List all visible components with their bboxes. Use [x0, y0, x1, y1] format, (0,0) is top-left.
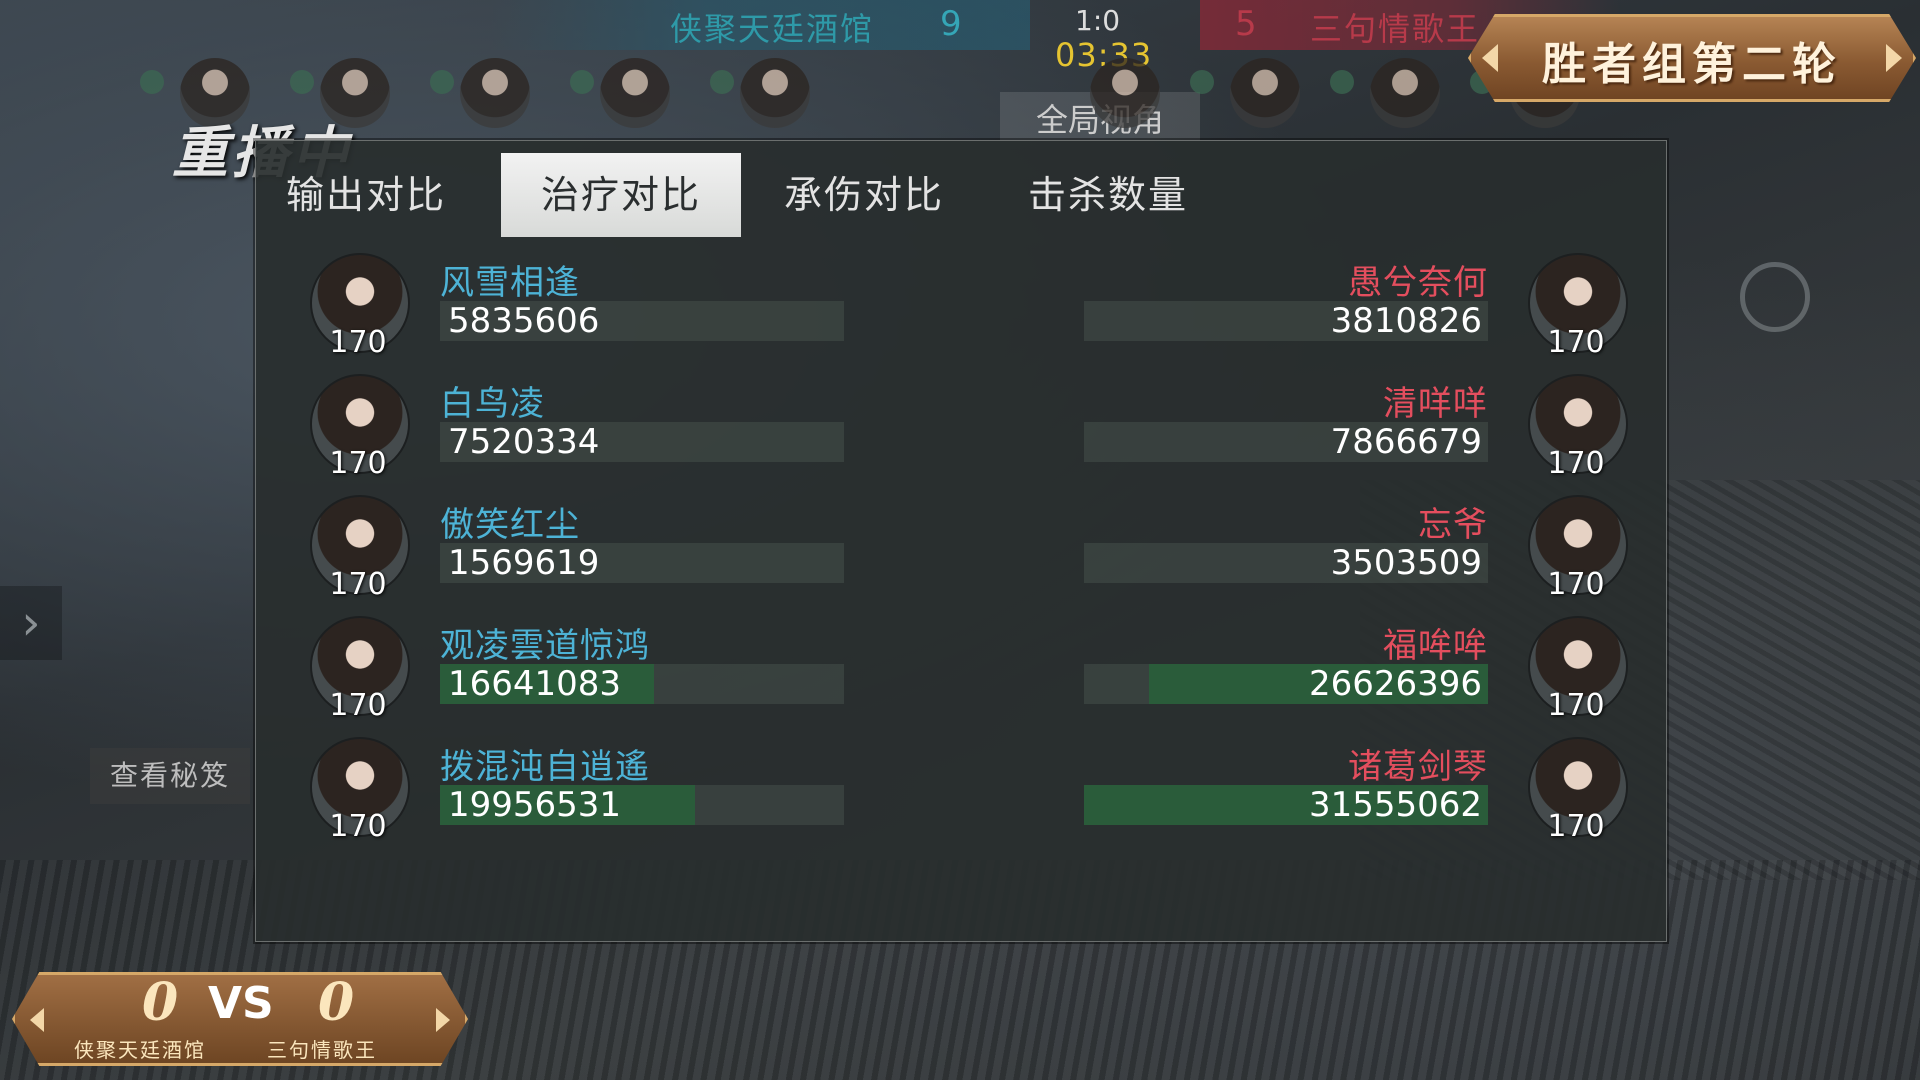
expand-arrow-icon[interactable]: ›: [0, 586, 62, 660]
left-player-name: 风雪相逢: [440, 263, 580, 303]
left-healing-bar: 7520334: [440, 422, 844, 462]
left-player-level: 170: [329, 567, 387, 602]
scoreboard-left-arrow-icon: [30, 1008, 44, 1032]
scoreboard-right-arrow-icon: [436, 1008, 450, 1032]
right-healing-value: 31555062: [1308, 785, 1482, 825]
right-player-level: 170: [1547, 809, 1605, 844]
right-healing-value: 7866679: [1330, 422, 1482, 462]
view-secrets-button[interactable]: 查看秘笈: [90, 748, 250, 804]
scoreboard-vs: VS: [208, 978, 274, 1029]
skill-dot-icon: [140, 70, 164, 94]
left-healing-value: 5835606: [448, 301, 600, 341]
right-healing-bar: 3503509: [1084, 543, 1488, 583]
skill-dot-icon: [430, 70, 454, 94]
player-row: 170 傲笑红尘 1569619 170 忘爷 3503509: [256, 495, 1666, 615]
right-player-name: 福哞哞: [1383, 626, 1488, 666]
mini-portrait: [1090, 58, 1160, 128]
left-player-name: 观凌雲道惊鸿: [440, 626, 650, 666]
mini-portrait: [600, 58, 670, 128]
right-healing-bar: 31555062: [1084, 785, 1488, 825]
left-team-score: 9: [940, 4, 964, 44]
player-row: 170 观凌雲道惊鸿 16641083 170 福哞哞 26626396: [256, 616, 1666, 736]
right-player-level: 170: [1547, 325, 1605, 360]
player-row: 170 白鸟凌 7520334 170 清咩咩 7866679: [256, 374, 1666, 494]
skill-dot-icon: [570, 70, 594, 94]
exit-icon[interactable]: [1740, 262, 1810, 332]
right-player-level: 170: [1547, 688, 1605, 723]
left-player-name: 傲笑红尘: [440, 505, 580, 545]
left-healing-value: 19956531: [448, 785, 622, 825]
left-player-name: 拨混沌自逍遙: [440, 747, 650, 787]
right-healing-bar: 3810826: [1084, 301, 1488, 341]
left-healing-value: 7520334: [448, 422, 600, 462]
right-player-level: 170: [1547, 567, 1605, 602]
mini-portrait: [460, 58, 530, 128]
mini-portrait: [1230, 58, 1300, 128]
series-scoreboard: 0 VS 0 侠聚天廷酒馆 三句情歌王: [12, 972, 468, 1066]
right-player-name: 忘爷: [1418, 505, 1488, 545]
tab-damage-taken[interactable]: 承伤对比: [744, 153, 984, 237]
left-player-level: 170: [329, 325, 387, 360]
left-healing-value: 16641083: [448, 664, 622, 704]
right-player-name: 诸葛剑琴: [1348, 747, 1488, 787]
right-player-name: 清咩咩: [1383, 384, 1488, 424]
round-score: 1:0: [1075, 4, 1121, 37]
left-player-level: 170: [329, 809, 387, 844]
left-healing-bar: 1569619: [440, 543, 844, 583]
mini-portrait: [1370, 58, 1440, 128]
right-healing-value: 26626396: [1308, 664, 1482, 704]
left-player-name: 白鸟凌: [440, 384, 545, 424]
right-healing-value: 3503509: [1330, 543, 1482, 583]
skill-dot-icon: [290, 70, 314, 94]
right-healing-bar: 7866679: [1084, 422, 1488, 462]
left-healing-bar: 5835606: [440, 301, 844, 341]
round-banner-text: 胜者组第二轮: [1542, 39, 1842, 90]
player-row: 170 拨混沌自逍遙 19956531 170 诸葛剑琴 31555062: [256, 737, 1666, 857]
banner-right-arrow-icon: [1886, 44, 1902, 72]
skill-dot-icon: [1190, 70, 1214, 94]
scoreboard-right-team: 三句情歌王: [267, 1038, 377, 1062]
left-healing-value: 1569619: [448, 543, 600, 583]
player-row: 170 风雪相逢 5835606 170 愚兮奈何 3810826: [256, 253, 1666, 373]
skill-dot-icon: [1330, 70, 1354, 94]
mini-portrait: [740, 58, 810, 128]
left-healing-bar: 19956531: [440, 785, 844, 825]
right-player-level: 170: [1547, 446, 1605, 481]
stats-tabs: 输出对比 治疗对比 承伤对比 击杀数量: [256, 153, 1256, 237]
scoreboard-left-team: 侠聚天廷酒馆: [74, 1038, 206, 1062]
right-player-name: 愚兮奈何: [1348, 263, 1488, 303]
skill-dot-icon: [710, 70, 734, 94]
right-team-name: 三句情歌王: [1310, 10, 1481, 48]
stats-panel: 输出对比 治疗对比 承伤对比 击杀数量 170 风雪相逢 5835606 170 愚兮奈…: [255, 140, 1667, 942]
left-player-level: 170: [329, 688, 387, 723]
scoreboard-left-score: 0: [142, 972, 179, 1033]
left-player-level: 170: [329, 446, 387, 481]
tab-kills[interactable]: 击杀数量: [988, 153, 1228, 237]
right-healing-value: 3810826: [1330, 301, 1482, 341]
tab-healing[interactable]: 治疗对比: [501, 153, 741, 237]
scoreboard-right-score: 0: [318, 972, 355, 1033]
right-healing-bar: 26626396: [1084, 664, 1488, 704]
round-banner: 胜者组第二轮: [1468, 14, 1916, 102]
tab-damage[interactable]: 输出对比: [246, 153, 486, 237]
left-healing-bar: 16641083: [440, 664, 844, 704]
left-team-name: 侠聚天廷酒馆: [670, 10, 875, 48]
right-team-score: 5: [1235, 4, 1259, 44]
